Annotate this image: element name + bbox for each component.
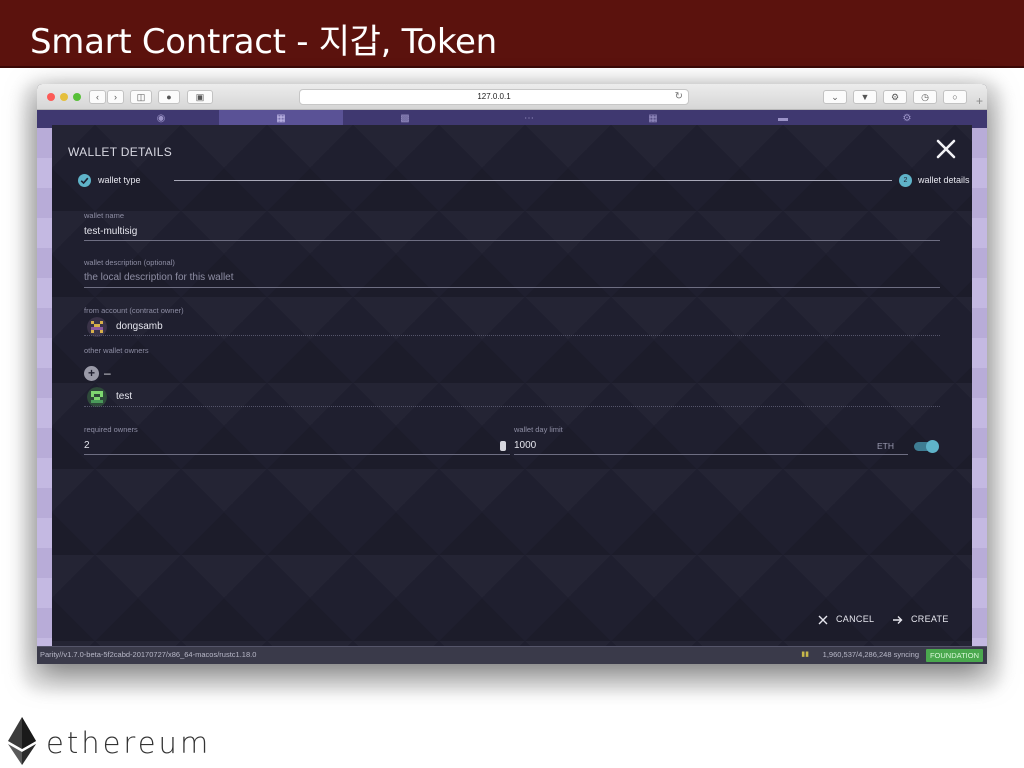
maximize-window-button[interactable]	[73, 93, 81, 101]
ethereum-wordmark: ethereum	[46, 726, 212, 760]
cancel-icon	[818, 615, 828, 625]
account-avatar-icon	[87, 317, 107, 337]
wallet-description-label: wallet description (optional)	[84, 258, 175, 267]
wallet-description-underline	[84, 287, 940, 288]
remove-owner-button[interactable]: –	[104, 366, 111, 380]
step-wallet-type: wallet type	[98, 175, 141, 185]
owner-name[interactable]: test	[116, 391, 132, 402]
wallet-name-label: wallet name	[84, 211, 125, 220]
day-limit-unit: ETH	[877, 441, 894, 451]
day-limit-underline	[514, 454, 908, 455]
extension-icon[interactable]: ●	[158, 90, 180, 104]
toggle-knob[interactable]	[926, 440, 939, 453]
slide-title: Smart Contract - 지갑, Token	[30, 22, 497, 62]
checkmark-icon	[78, 174, 91, 187]
reload-icon[interactable]: ↻	[675, 90, 683, 104]
dialog-title: WALLET DETAILS	[68, 145, 173, 159]
history-icon[interactable]: ◷	[913, 90, 937, 104]
url-text: 127.0.0.1	[477, 92, 511, 101]
sync-status: 1,960,537/4,286,248 syncing	[822, 650, 919, 659]
sidebar-icon[interactable]: ◫	[130, 90, 152, 104]
pocket-icon[interactable]: ⌄	[823, 90, 847, 104]
back-icon[interactable]: ‹	[89, 90, 106, 104]
wallet-description-input[interactable]: the local description for this wallet	[84, 272, 234, 283]
circle-icon[interactable]: ○	[943, 90, 967, 104]
from-account-label: from account (contract owner)	[84, 306, 184, 315]
close-icon[interactable]	[934, 137, 958, 161]
forward-icon[interactable]: ›	[107, 90, 124, 104]
wallet-details-dialog: WALLET DETAILS wallet type 2 wallet deta…	[52, 125, 972, 646]
add-owner-button[interactable]: +	[84, 366, 99, 381]
slide-header: Smart Contract - 지갑, Token	[0, 0, 1024, 68]
stepper-connector	[174, 180, 892, 181]
share-icon[interactable]: ▣	[187, 90, 213, 104]
wallet-name-underline	[84, 240, 940, 241]
version-text: Parity//v1.7.0-beta-5f2cabd-20170727/x86…	[40, 650, 257, 659]
step-number-badge: 2	[899, 174, 912, 187]
ethereum-logo-icon	[8, 717, 36, 765]
parity-app: ◉ ▦ ▩ ⋯ ▦ ▬ ⚙ WALLET DETAILS wallet type…	[37, 110, 987, 646]
step-wallet-details: wallet details	[918, 175, 970, 185]
from-account-underline	[84, 335, 940, 336]
from-account-name[interactable]: dongsamb	[116, 321, 163, 332]
address-bar[interactable]: 127.0.0.1 ↻	[299, 89, 689, 105]
slide: Smart Contract - 지갑, Token ‹ › ◫ ● ▣ 127…	[0, 0, 1024, 768]
settings-icon[interactable]: ⚙	[883, 90, 907, 104]
wallet-name-input[interactable]: test-multisig	[84, 226, 137, 237]
day-limit-label: wallet day limit	[514, 425, 563, 434]
arrow-right-icon	[893, 615, 903, 624]
close-window-button[interactable]	[47, 93, 55, 101]
required-owners-input[interactable]: 2	[84, 440, 90, 451]
stepper: wallet type 2 wallet details	[78, 172, 970, 190]
browser-toolbar: ‹ › ◫ ● ▣ 127.0.0.1 ↻ ⌄ ▼ ⚙ ◷ ○ +	[37, 84, 987, 110]
cancel-label: CANCEL	[836, 614, 875, 624]
cancel-button[interactable]: CANCEL	[818, 614, 874, 625]
create-button[interactable]: CREATE	[892, 614, 949, 625]
signal-icon: ▮▮	[801, 651, 809, 658]
owner-avatar-icon	[87, 387, 107, 407]
download-icon[interactable]: ▼	[853, 90, 877, 104]
other-owners-label: other wallet owners	[84, 346, 149, 355]
minimize-window-button[interactable]	[60, 93, 68, 101]
required-owners-label: required owners	[84, 425, 138, 434]
new-tab-icon[interactable]: +	[976, 94, 983, 108]
required-owners-underline	[84, 454, 510, 455]
number-spinner-icon[interactable]	[500, 441, 506, 451]
owner-underline	[84, 406, 940, 407]
day-limit-input[interactable]: 1000	[514, 440, 536, 451]
create-label: CREATE	[911, 614, 949, 624]
status-bar: Parity//v1.7.0-beta-5f2cabd-20170727/x86…	[37, 646, 987, 664]
chain-badge: FOUNDATION	[925, 649, 983, 662]
browser-window: ‹ › ◫ ● ▣ 127.0.0.1 ↻ ⌄ ▼ ⚙ ◷ ○ + ◉ ▦ ▩ …	[37, 84, 987, 664]
